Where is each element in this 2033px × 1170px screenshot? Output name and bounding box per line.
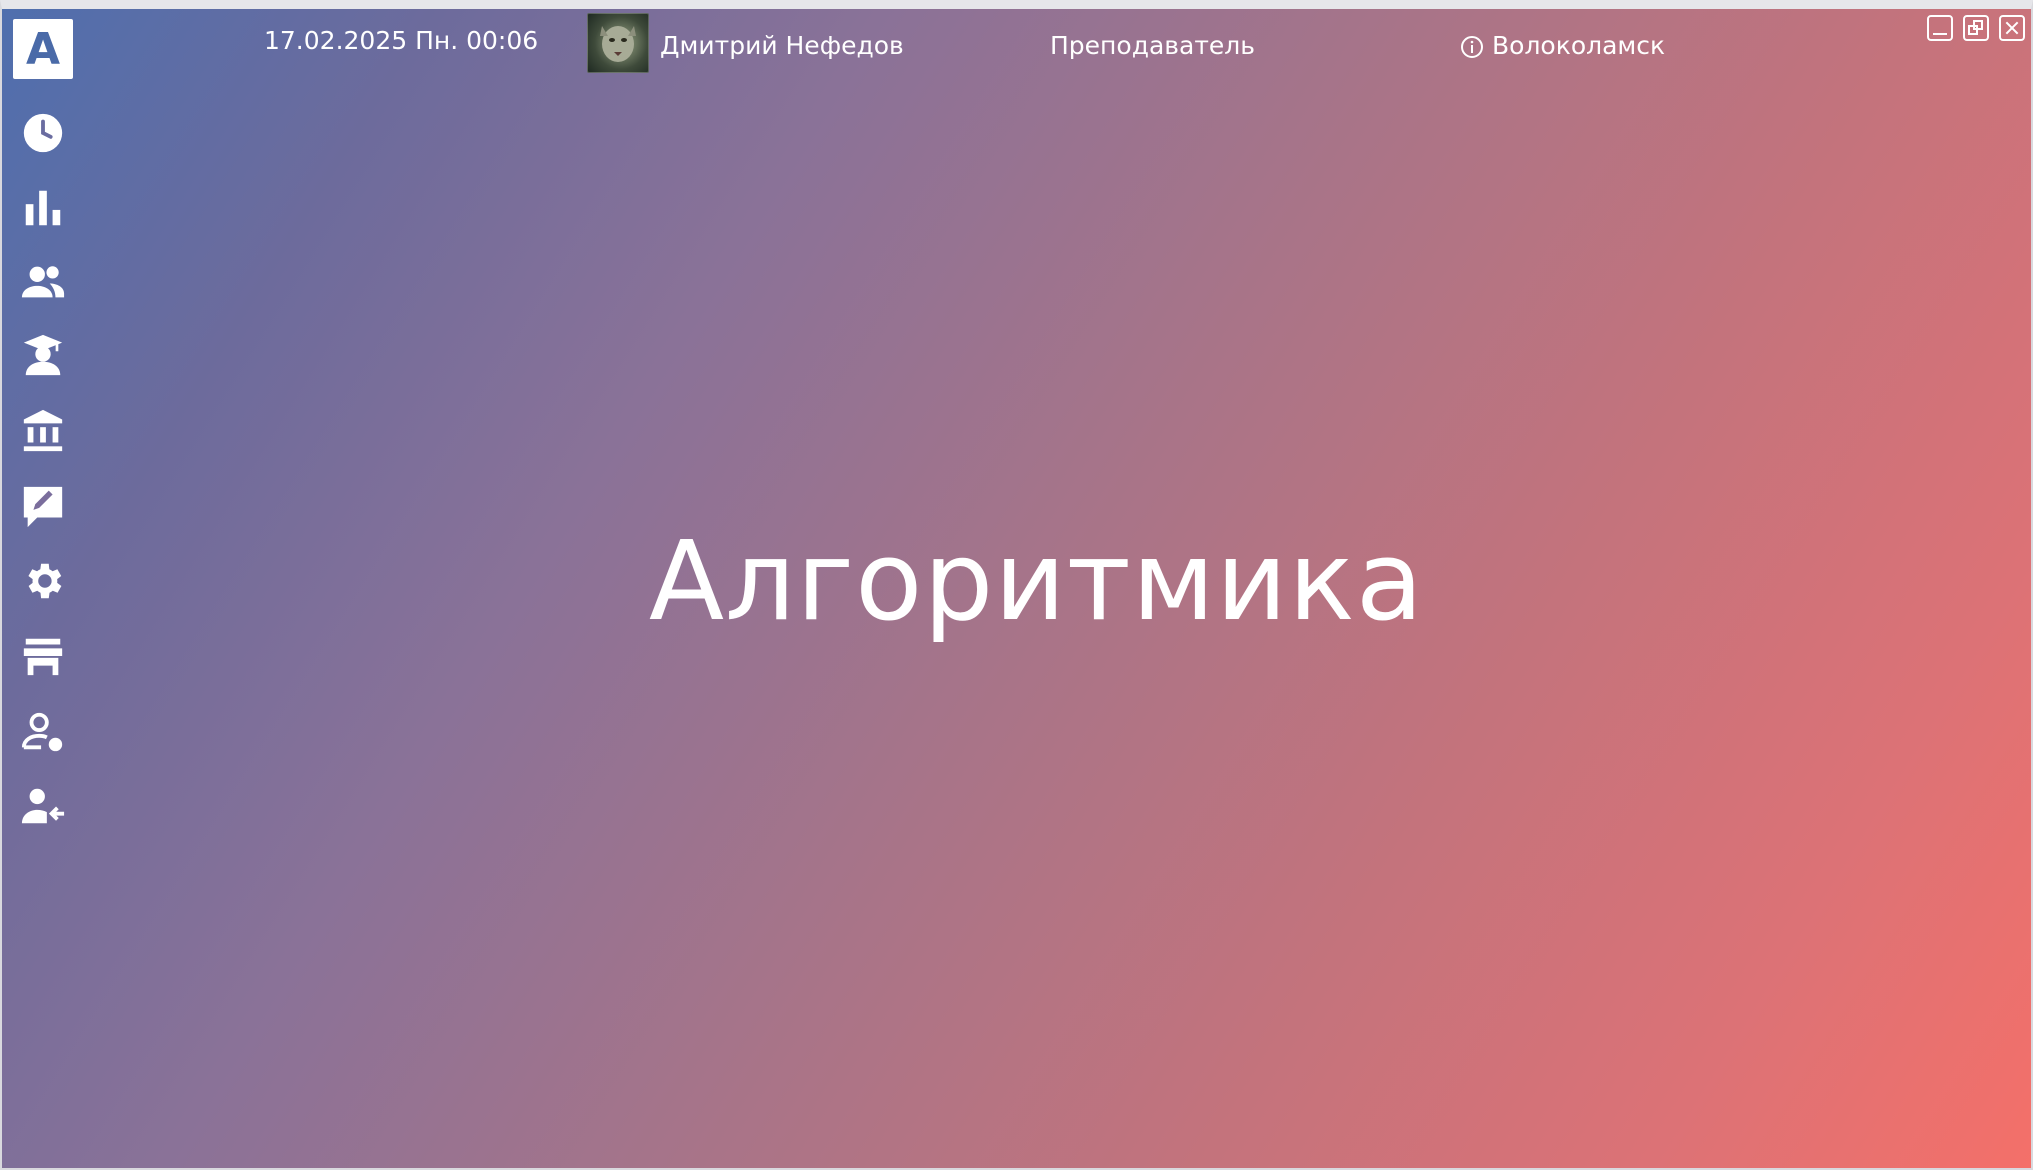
avatar[interactable] — [587, 13, 649, 73]
bar-chart-icon[interactable] — [18, 183, 68, 233]
close-icon[interactable] — [1999, 15, 2025, 41]
minimize-icon[interactable] — [1927, 15, 1953, 41]
student-icon[interactable] — [18, 331, 68, 381]
user-role: Преподаватель — [1050, 31, 1256, 60]
restore-icon[interactable] — [1963, 15, 1989, 41]
user-name[interactable]: Дмитрий Нефедов — [660, 31, 904, 60]
location-label[interactable]: Волоколамск — [1492, 31, 1665, 60]
datetime-label: 17.02.2025 Пн. 00:06 — [264, 26, 539, 55]
app-window: A 17.02.2025 Пн. 00:06 Дмитрий Нефедов П… — [0, 0, 2033, 1170]
clock-icon[interactable] — [18, 108, 68, 158]
page-title: Алгоритмика — [648, 517, 1425, 645]
user-status-icon[interactable] — [18, 707, 68, 757]
institution-icon[interactable] — [18, 406, 68, 456]
info-icon[interactable] — [1460, 35, 1484, 59]
logout-user-icon[interactable] — [18, 781, 68, 831]
window-controls — [1927, 15, 2025, 41]
groups-icon[interactable] — [18, 257, 68, 307]
app-logo[interactable]: A — [13, 19, 73, 79]
